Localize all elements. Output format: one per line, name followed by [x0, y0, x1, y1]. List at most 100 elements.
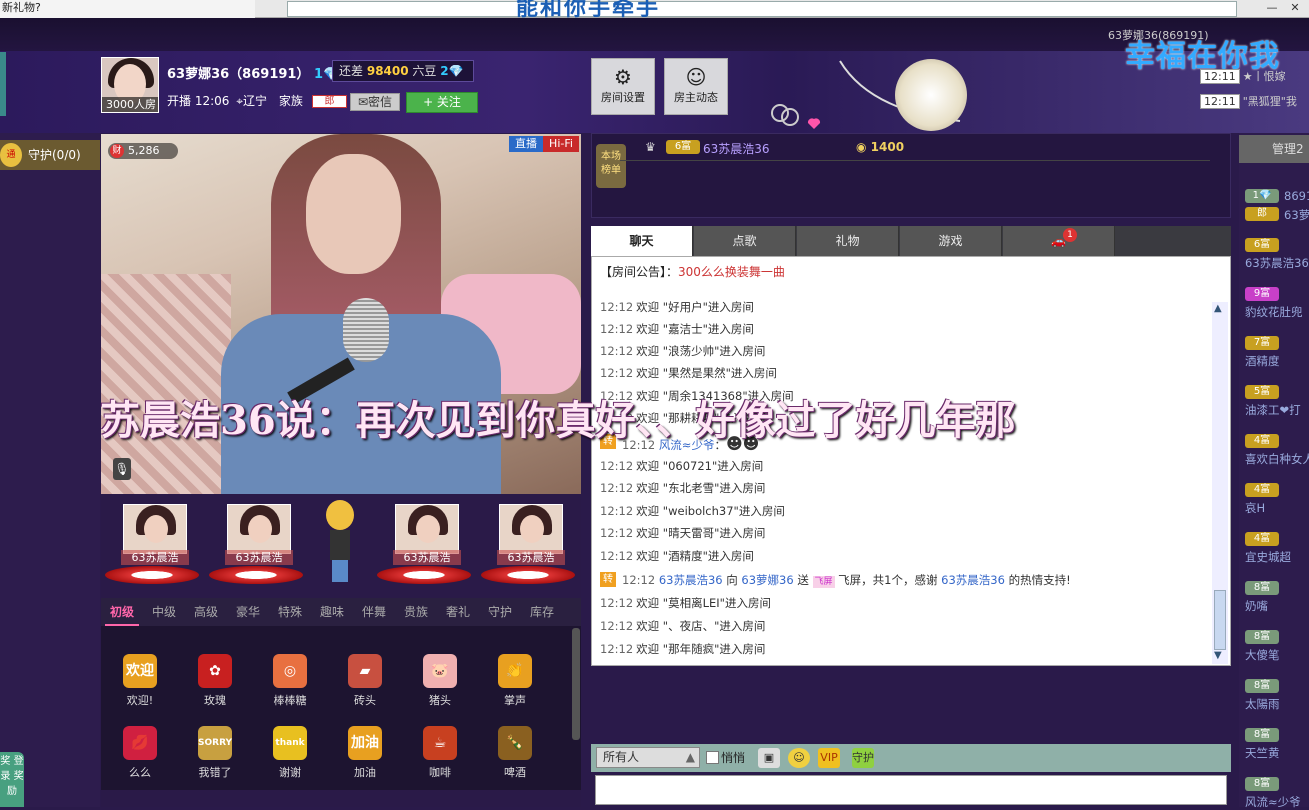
smiley-icon[interactable]: ☺: [788, 748, 810, 768]
tab-gifts[interactable]: 礼物: [797, 226, 899, 256]
room-capacity: 3000人房: [102, 97, 158, 112]
host-name-line: 63萝娜36（869191） 1💎: [167, 63, 339, 82]
scroll-down-icon[interactable]: ▼: [1214, 650, 1222, 661]
rank-name[interactable]: 63苏晨浩36: [703, 140, 770, 157]
user-name[interactable]: 奶嘴: [1245, 598, 1268, 614]
tab-managers[interactable]: 管理2: [1239, 135, 1309, 163]
chat-input[interactable]: [595, 775, 1227, 805]
room-settings-button[interactable]: ⚙ 房间设置: [591, 58, 655, 115]
tab-games[interactable]: 游戏: [900, 226, 1002, 256]
gift-item[interactable]: 👏 掌声: [480, 644, 550, 710]
seat[interactable]: 63苏晨浩: [105, 502, 199, 584]
gift-tab[interactable]: 高级: [189, 598, 223, 626]
host-name[interactable]: 63萝娜36（869191）: [167, 67, 309, 82]
chat-target-select[interactable]: 所有人 ▲: [596, 747, 700, 768]
tab-car[interactable]: 🚗: [1003, 226, 1115, 256]
chat-text: 欢迎 "嘉洁士"进入房间: [636, 322, 754, 336]
gift-item[interactable]: ▰ 砖头: [330, 644, 400, 710]
whisper-checkbox[interactable]: [706, 751, 719, 764]
image-icon[interactable]: ▣: [758, 748, 780, 768]
seat-base: [209, 566, 303, 584]
room-settings-label: 房间设置: [601, 91, 645, 104]
seat[interactable]: 63苏晨浩: [481, 502, 575, 584]
scroll-up-icon[interactable]: ▲: [1214, 303, 1222, 314]
address-bar[interactable]: [287, 1, 1237, 17]
user-name[interactable]: 酒精度: [1245, 353, 1280, 369]
gift-tab[interactable]: 中级: [147, 598, 181, 626]
gift-tab[interactable]: 奢礼: [441, 598, 475, 626]
gift-scrollbar[interactable]: [572, 628, 580, 740]
gift-tab[interactable]: 守护: [483, 598, 517, 626]
close-icon[interactable]: ✕: [1285, 0, 1305, 16]
login-reward-badge[interactable]: 奖 登录 奖励: [0, 752, 24, 807]
rank-level: 6富: [666, 140, 700, 154]
user-name[interactable]: 86919: [1284, 189, 1309, 203]
cartoon-avatar[interactable]: [320, 500, 360, 584]
seat-photo: [227, 504, 291, 554]
seat[interactable]: 63苏晨浩: [377, 502, 471, 584]
gift-tab[interactable]: 贵族: [399, 598, 433, 626]
host-news-button[interactable]: ☺ 房主动态: [664, 58, 728, 115]
gift-item[interactable]: 🍾 啤酒: [480, 716, 550, 782]
host-info-line: 开播 12:06 ⌖辽宁 家族: [167, 92, 303, 109]
gift-tab[interactable]: 豪华: [231, 598, 265, 626]
family-tag[interactable]: 郎: [312, 95, 347, 108]
chat-user[interactable]: 63苏晨浩36: [659, 573, 723, 587]
user-name[interactable]: 风流≈少爷: [1245, 794, 1301, 810]
seat[interactable]: 63苏晨浩: [209, 502, 303, 584]
user-name[interactable]: 63苏晨浩36: [1245, 255, 1309, 271]
chat-user[interactable]: 63萝娜36: [741, 573, 793, 587]
chat-text: 的热情支持!: [1008, 573, 1071, 587]
gift-item[interactable]: 💋 么么: [105, 716, 175, 782]
tab-songs[interactable]: 点歌: [694, 226, 796, 256]
guard-button[interactable]: 通 守护(0/0): [0, 140, 100, 170]
user-name[interactable]: 宜史城超: [1245, 549, 1291, 565]
moon-decoration: [895, 59, 967, 131]
gift-name: 么么: [129, 766, 151, 779]
hifi-button[interactable]: Hi-Fi: [543, 136, 579, 152]
user-name[interactable]: 豹纹花肚兜: [1245, 304, 1303, 320]
cartoon-body: [330, 530, 350, 560]
gift-tab[interactable]: 初级: [105, 598, 139, 626]
chat-line: 12:12 欢迎 "weibolch37"进入房间: [600, 503, 785, 519]
browser-tab[interactable]: 新礼物?: [0, 0, 255, 18]
gift-item[interactable]: ☕ 咖啡: [405, 716, 475, 782]
microphone-icon[interactable]: 🎙: [113, 458, 131, 480]
user-name[interactable]: 太陽雨: [1245, 696, 1280, 712]
gift-name: 啤酒: [504, 766, 526, 779]
gift-tab[interactable]: 特殊: [273, 598, 307, 626]
gift-tab[interactable]: 趣味: [315, 598, 349, 626]
gift-item[interactable]: ◎ 棒棒糖: [255, 644, 325, 710]
user-name[interactable]: 哀H: [1245, 500, 1265, 516]
user-name[interactable]: 喜欢白种女人: [1245, 451, 1309, 467]
gift-item[interactable]: 欢迎 欢迎!: [105, 644, 175, 710]
side-tab[interactable]: [0, 52, 6, 116]
host-avatar[interactable]: 3000人房: [101, 57, 159, 113]
vip-icon[interactable]: VIP: [818, 748, 840, 768]
tab-chat[interactable]: 聊天: [591, 226, 693, 256]
minimize-icon[interactable]: —: [1262, 0, 1282, 16]
rank-tag[interactable]: 本场 榜单: [596, 144, 626, 188]
user-name[interactable]: 63萝: [1284, 207, 1309, 223]
guard-chat-icon[interactable]: 守护: [852, 748, 874, 768]
user-name[interactable]: 大傻笔: [1245, 647, 1280, 663]
gift-item[interactable]: SORRY 我错了: [180, 716, 250, 782]
follow-button[interactable]: + 关注: [406, 92, 478, 113]
chat-scroll-thumb[interactable]: [1214, 590, 1226, 650]
room-notice: 【房间公告】：300么么换装舞一曲: [600, 263, 785, 280]
chat-user[interactable]: 63苏晨浩36: [941, 573, 1005, 587]
chat-time: 12:12: [600, 504, 634, 518]
gift-chat-line: 12:12 63苏晨浩36 向 63萝娜36 送 飞屏 飞屏，共1个，感谢 63…: [622, 572, 1071, 588]
mini-message: 12:11 ★丨恨嫁: [1200, 68, 1309, 86]
user-name[interactable]: 天竺黄: [1245, 745, 1280, 761]
gift-item[interactable]: 加油 加油: [330, 716, 400, 782]
chat-time: 12:12: [600, 322, 634, 336]
private-mail-button[interactable]: ✉密信: [350, 93, 400, 111]
gift-tab[interactable]: 伴舞: [357, 598, 391, 626]
gift-item[interactable]: 🐷 猪头: [405, 644, 475, 710]
chat-time: 12:12: [622, 573, 656, 587]
gift-tab[interactable]: 库存: [525, 598, 559, 626]
gift-item[interactable]: thank 谢谢: [255, 716, 325, 782]
gift-item[interactable]: ✿ 玫瑰: [180, 644, 250, 710]
chat-line: 12:12 欢迎 "060721"进入房间: [600, 458, 763, 474]
